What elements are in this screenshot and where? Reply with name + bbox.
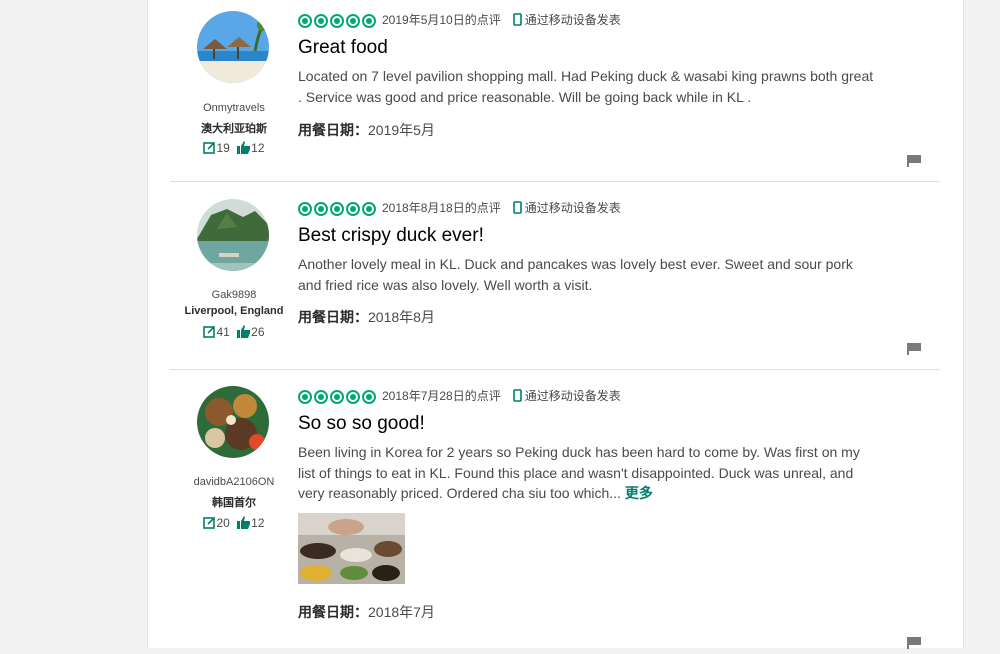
review-count-icon [203, 325, 216, 339]
review-content: 2018年7月28日的点评 通过移动设备发表 So so so good! Bee… [298, 387, 878, 504]
rating-bubble-icon [298, 389, 376, 404]
review-meta: 2018年7月28日的点评 通过移动设备发表 [298, 387, 878, 405]
member-info: Gak9898 Liverpool, England 41 26 [170, 182, 298, 369]
review-content: 2018年8月18日的点评 通过移动设备发表 Best crispy duck e… [298, 199, 878, 295]
review-count: 20 [216, 516, 230, 530]
user-location: 韩国首尔 [212, 497, 256, 509]
review-meta: 2019年5月10日的点评 通过移动设备发表 [298, 11, 878, 29]
review-body: Located on 7 level pavilion shopping mal… [298, 68, 874, 105]
helpful-count: 12 [251, 516, 265, 530]
member-info: Onmytravels 澳大利亚珀斯 19 12 [170, 0, 298, 181]
rating-bubble-icon [298, 13, 376, 28]
member-info: davidbA2106ON 韩国首尔 20 12 [170, 370, 298, 648]
review-body: Another lovely meal in KL. Duck and panc… [298, 256, 853, 293]
flag-icon[interactable] [907, 154, 921, 167]
review-card: davidbA2106ON 韩国首尔 20 12 2018年7月28日的点评 通过… [170, 370, 940, 649]
user-location: 澳大利亚珀斯 [201, 123, 267, 135]
thumbs-up-icon [237, 516, 251, 530]
review-title[interactable]: So so so good! [298, 412, 878, 436]
review-card: Onmytravels 澳大利亚珀斯 19 12 2019年5月10日的点评 通过… [170, 0, 940, 182]
visit-date: 用餐日期：2018年8月 [298, 309, 435, 325]
mobile-label: 通过移动设备发表 [512, 201, 621, 215]
review-count: 41 [216, 325, 230, 339]
rating-bubble-icon [298, 201, 376, 216]
review-count-icon [203, 516, 216, 530]
mobile-label: 通过移动设备发表 [512, 389, 621, 403]
flag-icon[interactable] [907, 342, 921, 355]
review-date: 2019年5月10日的点评 [382, 13, 501, 27]
more-link[interactable]: 更多 [625, 485, 653, 501]
review-count-icon [203, 141, 216, 155]
user-stats: 19 12 [170, 141, 298, 155]
visit-date: 用餐日期：2018年7月 [298, 604, 435, 620]
avatar[interactable] [197, 11, 269, 83]
mobile-phone-icon [512, 389, 522, 402]
review-card: Gak9898 Liverpool, England 41 26 2018年8月… [170, 182, 940, 370]
mobile-phone-icon [512, 201, 522, 214]
thumbs-up-icon [237, 325, 251, 339]
username[interactable]: Gak9898 [170, 289, 298, 301]
user-stats: 41 26 [170, 325, 298, 339]
review-body: Been living in Korea for 2 years so Peki… [298, 444, 860, 501]
flag-icon[interactable] [907, 636, 921, 649]
mobile-phone-icon [512, 13, 522, 26]
review-photo[interactable] [298, 513, 405, 584]
review-date: 2018年8月18日的点评 [382, 201, 501, 215]
review-title[interactable]: Great food [298, 36, 878, 60]
review-meta: 2018年8月18日的点评 通过移动设备发表 [298, 199, 878, 217]
username[interactable]: davidbA2106ON [170, 476, 298, 488]
review-date: 2018年7月28日的点评 [382, 389, 501, 403]
user-stats: 20 12 [170, 516, 298, 530]
avatar[interactable] [197, 386, 269, 458]
visit-date: 用餐日期：2019年5月 [298, 122, 435, 138]
thumbs-up-icon [237, 141, 251, 155]
user-location: Liverpool, England [184, 305, 284, 317]
review-title[interactable]: Best crispy duck ever! [298, 224, 878, 248]
username[interactable]: Onmytravels [170, 102, 298, 114]
helpful-count: 12 [251, 141, 265, 155]
review-count: 19 [216, 141, 230, 155]
mobile-label: 通过移动设备发表 [512, 13, 621, 27]
avatar[interactable] [197, 199, 269, 271]
helpful-count: 26 [251, 325, 265, 339]
review-content: 2019年5月10日的点评 通过移动设备发表 Great food Located… [298, 11, 878, 107]
